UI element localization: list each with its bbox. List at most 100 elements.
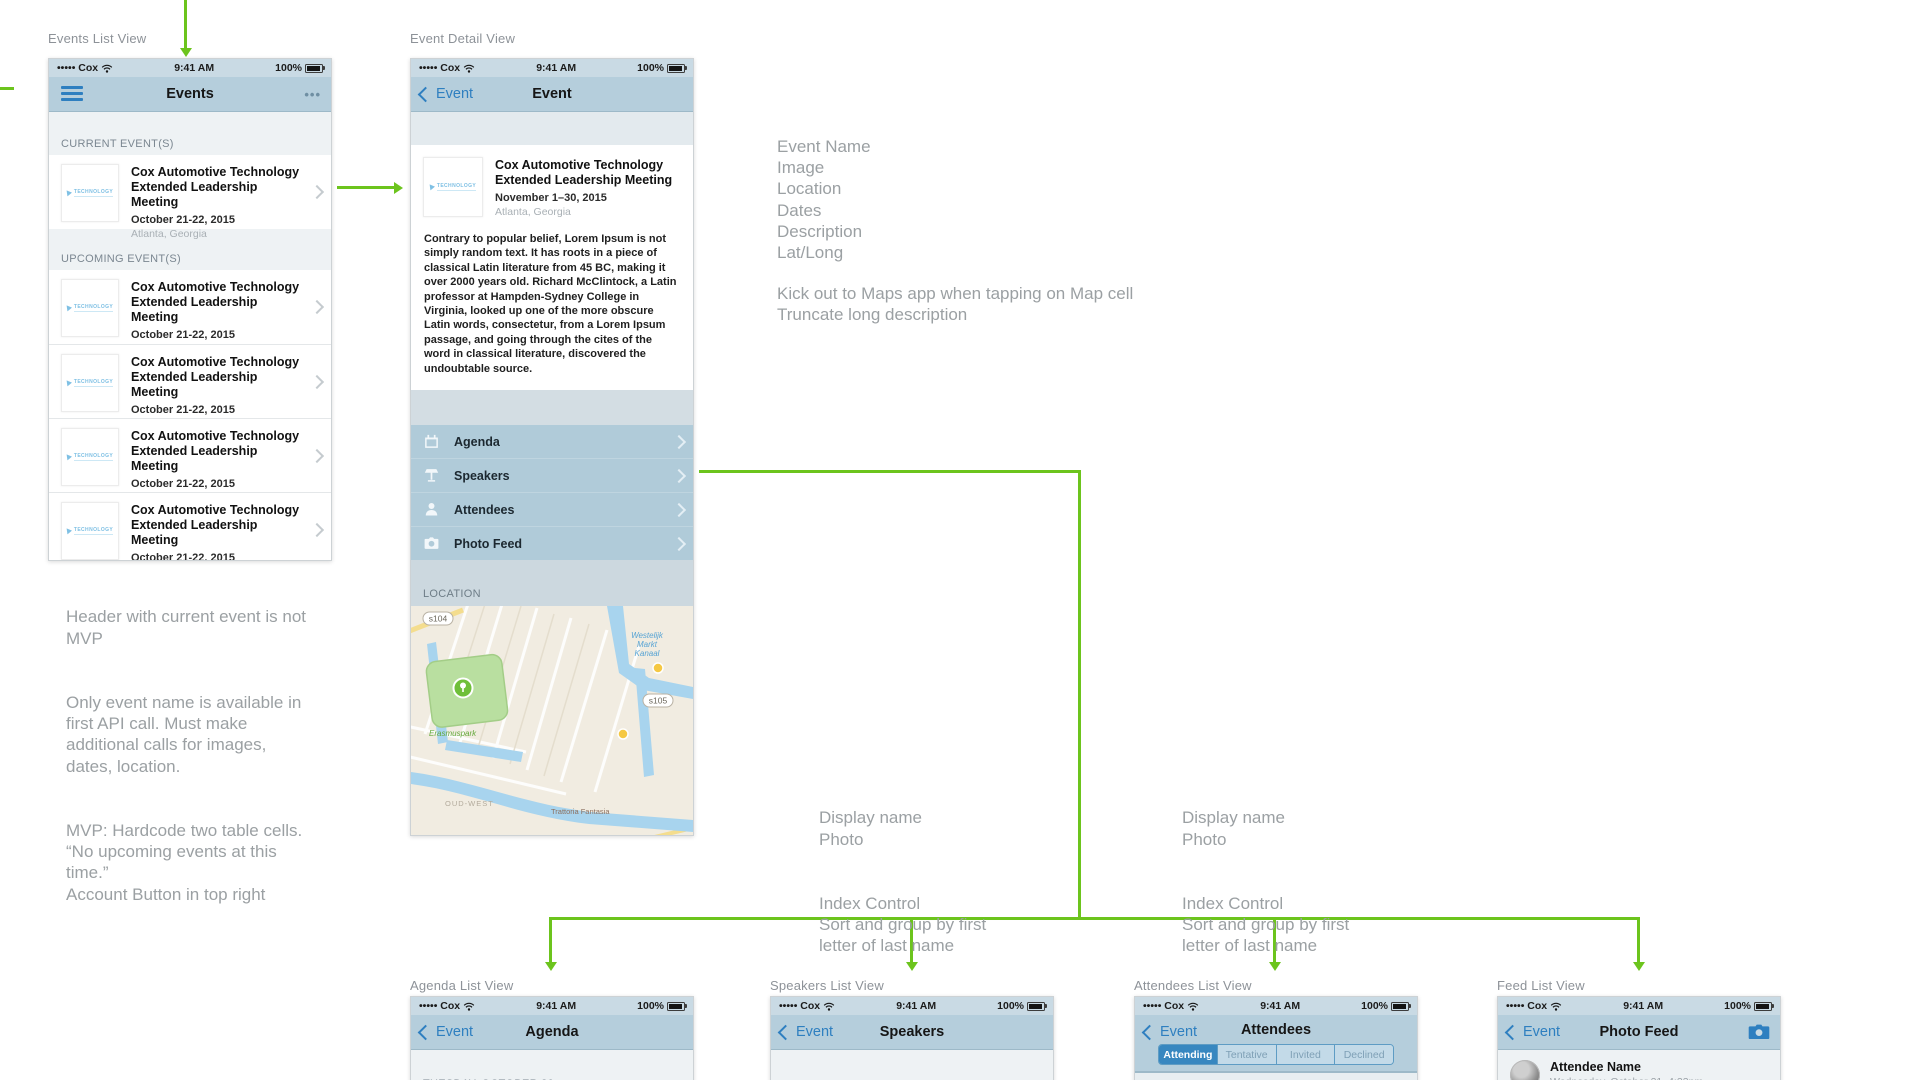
event-title: Cox Automotive Technology Extended Leade… (131, 355, 307, 400)
map-water-label-3: Kanaal (635, 649, 660, 658)
carrier-label: ••••• Cox (57, 62, 98, 74)
technology-logo-text: TECHNOLOGY (74, 527, 113, 535)
back-button[interactable]: Event (780, 1015, 833, 1049)
speakers-nav-bar: Event Speakers (771, 1015, 1053, 1050)
attendees-nav-bar: Event Attendees Attending Tentative Invi… (1135, 1015, 1417, 1072)
connector-feed-arrowhead (1633, 962, 1645, 971)
chevron-left-icon (1505, 1024, 1521, 1040)
status-bar: ••••• Cox 9:41 AM 100% (771, 997, 1053, 1015)
map-poi-label: Trattoria Fantasia (551, 807, 610, 816)
event-cell-upcoming-4[interactable]: TECHNOLOGY Cox Automotive Technology Ext… (49, 492, 331, 561)
menu-row-photo-feed[interactable]: Photo Feed (411, 526, 693, 560)
event-date: October 21-22, 2015 (131, 329, 307, 341)
connector-top-line (184, 0, 187, 48)
event-title: Cox Automotive Technology Extended Leade… (131, 280, 307, 325)
attendee-avatar (1510, 1060, 1540, 1080)
back-label: Event (796, 1024, 833, 1040)
menu-label: Speakers (454, 469, 510, 483)
photo-feed-title: Photo Feed (1600, 1024, 1679, 1040)
current-events-header: CURRENT EVENT(S) (49, 112, 331, 155)
list-note-right: Display name Photo Index Control Sort an… (1182, 786, 1372, 978)
wifi-icon (1550, 1002, 1562, 1011)
maps-note: Kick out to Maps app when tapping on Map… (777, 283, 1197, 304)
menu-label: Attendees (454, 503, 514, 517)
wifi-icon (101, 64, 113, 73)
wifi-icon (463, 64, 475, 73)
event-location: Atlanta, Georgia (495, 206, 681, 218)
event-cell-upcoming-1[interactable]: TECHNOLOGY Cox Automotive Technology Ext… (49, 270, 331, 344)
status-bar: ••••• Cox 9:41 AM 100% (1135, 997, 1417, 1015)
attendees-screen: ••••• Cox 9:41 AM 100% Event Attendees A… (1134, 996, 1418, 1080)
map-district-label: OUD-WEST (445, 799, 494, 808)
segment-tentative[interactable]: Tentative (1217, 1045, 1276, 1064)
event-thumbnail: TECHNOLOGY (61, 428, 119, 486)
back-label: Event (1160, 1024, 1197, 1040)
menu-row-attendees[interactable]: Attendees (411, 492, 693, 526)
agenda-nav-bar: Event Agenda (411, 1015, 693, 1050)
connector-left-dash (0, 87, 14, 90)
person-icon (423, 501, 440, 518)
events-list-screen: ••••• Cox 9:41 AM 100% Events ••• CURREN… (48, 58, 332, 561)
left-note: Header with current event is not MVP Onl… (66, 585, 342, 927)
feed-post[interactable]: Attendee Name Wednesday, October 21, 4:2… (1498, 1050, 1780, 1080)
event-date: October 21-22, 2015 (131, 214, 307, 226)
menu-row-speakers[interactable]: Speakers (411, 458, 693, 492)
post-timestamp: Wednesday, October 21, 4:23pm (1550, 1076, 1703, 1080)
map-view[interactable]: s104 s105 Westelijk Markt Kanaal Erasmus… (411, 606, 693, 836)
event-detail-screen: ••••• Cox 9:41 AM 100% Event Event TECHN… (410, 58, 694, 836)
clock-label: 9:41 AM (536, 62, 576, 74)
event-title: Cox Automotive Technology Extended Leade… (131, 165, 307, 210)
back-button[interactable]: Event (420, 1015, 473, 1049)
camera-button[interactable] (1748, 1024, 1770, 1045)
chevron-right-icon (310, 448, 324, 462)
detail-title: Event (532, 86, 572, 102)
event-cell-upcoming-3[interactable]: TECHNOLOGY Cox Automotive Technology Ext… (49, 418, 331, 492)
connector-list-to-detail-line (337, 186, 394, 189)
connector-top-arrowhead (180, 48, 192, 57)
speakers-title: Speakers (880, 1024, 945, 1040)
back-button[interactable]: Event (420, 77, 473, 111)
left-note-p2: Only event name is available in first AP… (66, 692, 342, 778)
technology-logo-text: TECHNOLOGY (437, 183, 476, 191)
connector-detail-v (1078, 470, 1081, 919)
clock-label: 9:41 AM (174, 62, 214, 74)
segment-declined[interactable]: Declined (1334, 1045, 1393, 1064)
battery-icon (305, 64, 323, 73)
camera-icon (1748, 1024, 1770, 1040)
clock-label: 9:41 AM (1260, 1000, 1300, 1012)
back-button[interactable]: Event (1144, 1015, 1197, 1080)
chevron-left-icon (1142, 1025, 1158, 1041)
menu-label: Photo Feed (454, 537, 522, 551)
wifi-icon (823, 1002, 835, 1011)
segment-invited[interactable]: Invited (1276, 1045, 1335, 1064)
wifi-icon (463, 1002, 475, 1011)
chevron-right-icon (672, 536, 686, 550)
connector-list-to-detail-arrowhead (394, 182, 403, 194)
connector-agenda-v (549, 917, 552, 962)
event-thumbnail: TECHNOLOGY (61, 502, 119, 560)
event-cell-current[interactable]: TECHNOLOGY Cox Automotive Technology Ext… (49, 155, 331, 229)
battery-icon (1391, 1002, 1409, 1011)
chevron-left-icon (778, 1024, 794, 1040)
back-button[interactable]: Event (1507, 1015, 1560, 1049)
field-lat-long: Lat/Long (777, 242, 871, 263)
event-cell-upcoming-2[interactable]: TECHNOLOGY Cox Automotive Technology Ext… (49, 344, 331, 418)
more-icon[interactable]: ••• (304, 77, 321, 111)
left-note-p3: MVP: Hardcode two table cells. “No upcom… (66, 820, 342, 906)
technology-logo-icon (66, 380, 72, 387)
agenda-section-header: TUESDAY, OCTOBER 20 (411, 1050, 693, 1080)
carrier-label: ••••• Cox (1506, 1000, 1547, 1012)
menu-icon[interactable] (61, 86, 83, 102)
technology-logo-text: TECHNOLOGY (74, 379, 113, 387)
detail-nav-bar: Event Event (411, 77, 693, 112)
detail-event-header: TECHNOLOGY Cox Automotive Technology Ext… (411, 145, 693, 228)
attendees-title: Attendees (1241, 1022, 1311, 1038)
status-bar: ••••• Cox 9:41 AM 100% (411, 59, 693, 77)
events-nav-bar: Events ••• (49, 77, 331, 112)
detail-fields-note: Event Name Image Location Dates Descript… (777, 136, 871, 263)
agenda-screen: ••••• Cox 9:41 AM 100% Event Agenda TUES… (410, 996, 694, 1080)
battery-icon (1754, 1002, 1772, 1011)
menu-row-agenda[interactable]: Agenda (411, 425, 693, 458)
speakers-screen: ••••• Cox 9:41 AM 100% Event Speakers A (770, 996, 1054, 1080)
battery-label: 100% (1724, 1000, 1751, 1012)
